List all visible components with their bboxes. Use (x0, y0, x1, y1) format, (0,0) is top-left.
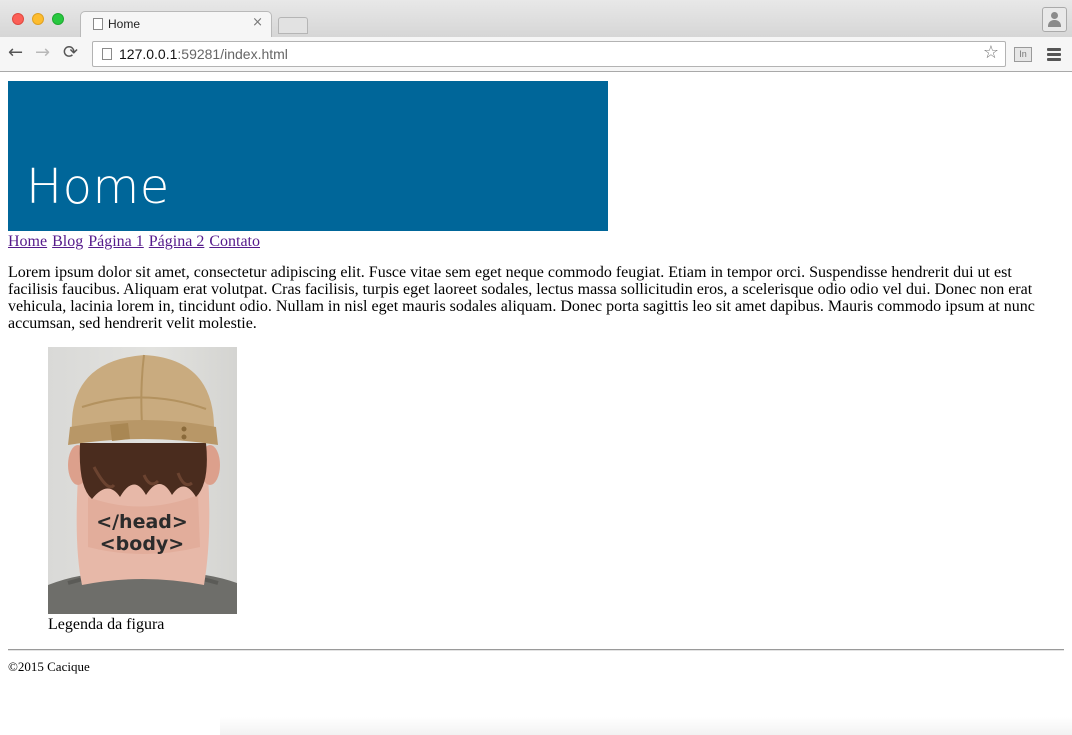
footer-text: ©2015 Cacique (8, 659, 90, 674)
site-nav: Home Blog Página 1 Página 2 Contato (8, 232, 261, 252)
figure: </head> <body> (48, 347, 237, 614)
forward-arrow-icon[interactable]: → (35, 43, 50, 63)
address-bar[interactable]: 127.0.0.1:59281/index.html ☆ (92, 41, 1006, 67)
nav-link-pagina-2[interactable]: Página 2 (149, 233, 205, 250)
new-tab-button[interactable] (278, 17, 308, 34)
page-title: Home (26, 159, 170, 215)
bookmark-star-icon[interactable]: ☆ (983, 42, 999, 63)
figure-caption: Legenda da figura (48, 616, 165, 633)
horizontal-rule (8, 649, 1064, 651)
figure-image: </head> <body> (48, 347, 237, 614)
minimize-window-button[interactable] (32, 13, 44, 25)
person-icon (1051, 12, 1058, 19)
nav-link-home[interactable]: Home (8, 233, 47, 250)
tab-close-icon[interactable]: × (252, 15, 263, 30)
body-paragraph: Lorem ipsum dolor sit amet, consectetur … (8, 264, 1035, 332)
back-arrow-icon[interactable]: ← (8, 43, 23, 63)
tattoo-head-tag: </head> (96, 511, 188, 533)
profile-button[interactable] (1042, 7, 1067, 32)
reload-icon[interactable]: ⟳ (63, 43, 78, 63)
browser-toolbar: ← → ⟳ 127.0.0.1:59281/index.html ☆ In (0, 37, 1072, 72)
tab-title: Home (108, 17, 141, 31)
zoom-window-button[interactable] (52, 13, 64, 25)
browser-tab-active[interactable]: Home × (80, 11, 272, 37)
tattoo-body-tag: <body> (100, 533, 184, 555)
url-host: 127.0.0.1 (119, 46, 178, 62)
nav-link-pagina-1[interactable]: Página 1 (88, 233, 144, 250)
url-path: :59281/index.html (177, 46, 288, 62)
hamburger-menu-icon[interactable] (1047, 48, 1061, 63)
extension-icon[interactable]: In (1014, 47, 1032, 62)
header-banner: Home (8, 81, 608, 231)
page-icon (102, 48, 112, 60)
page-icon (93, 18, 103, 30)
nav-link-contato[interactable]: Contato (209, 233, 260, 250)
page-viewport: Home Home Blog Página 1 Página 2 Contato… (0, 72, 1072, 735)
url-text: 127.0.0.1:59281/index.html (119, 46, 288, 62)
browser-tab-strip: Home × (0, 0, 1072, 37)
nav-link-blog[interactable]: Blog (52, 233, 83, 250)
close-window-button[interactable] (12, 13, 24, 25)
